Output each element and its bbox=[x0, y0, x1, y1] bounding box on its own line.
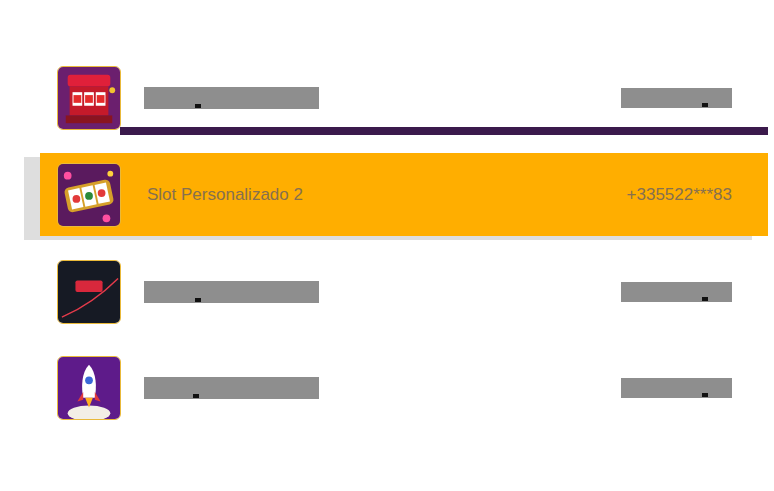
game-name bbox=[144, 281, 621, 303]
redacted-name bbox=[144, 87, 319, 109]
game-row[interactable]: Slot Personalizado 2+335522***83 bbox=[40, 153, 768, 236]
game-row[interactable] bbox=[40, 251, 768, 332]
redacted-name bbox=[144, 281, 319, 303]
game-thumbnail bbox=[57, 163, 121, 227]
crash-chart-icon bbox=[58, 261, 120, 323]
redacted-phone bbox=[621, 88, 732, 108]
game-name: Slot Personalizado 2 bbox=[147, 185, 627, 205]
game-row[interactable] bbox=[40, 347, 768, 428]
game-row[interactable] bbox=[40, 57, 768, 138]
redacted-phone bbox=[621, 282, 732, 302]
rocket-icon bbox=[58, 357, 120, 419]
game-name bbox=[144, 377, 621, 399]
game-thumbnail bbox=[57, 66, 121, 130]
slot-machine-icon bbox=[58, 67, 120, 129]
game-thumbnail bbox=[57, 260, 121, 324]
redacted-name bbox=[144, 377, 319, 399]
player-phone: +335522***83 bbox=[627, 185, 732, 205]
game-list-page: Slot Personalizado 2+335522***83 bbox=[0, 0, 774, 491]
game-list: Slot Personalizado 2+335522***83 bbox=[40, 57, 768, 428]
slot-reels-icon bbox=[58, 164, 120, 226]
game-thumbnail bbox=[57, 356, 121, 420]
game-name bbox=[144, 87, 621, 109]
redacted-phone bbox=[621, 378, 732, 398]
